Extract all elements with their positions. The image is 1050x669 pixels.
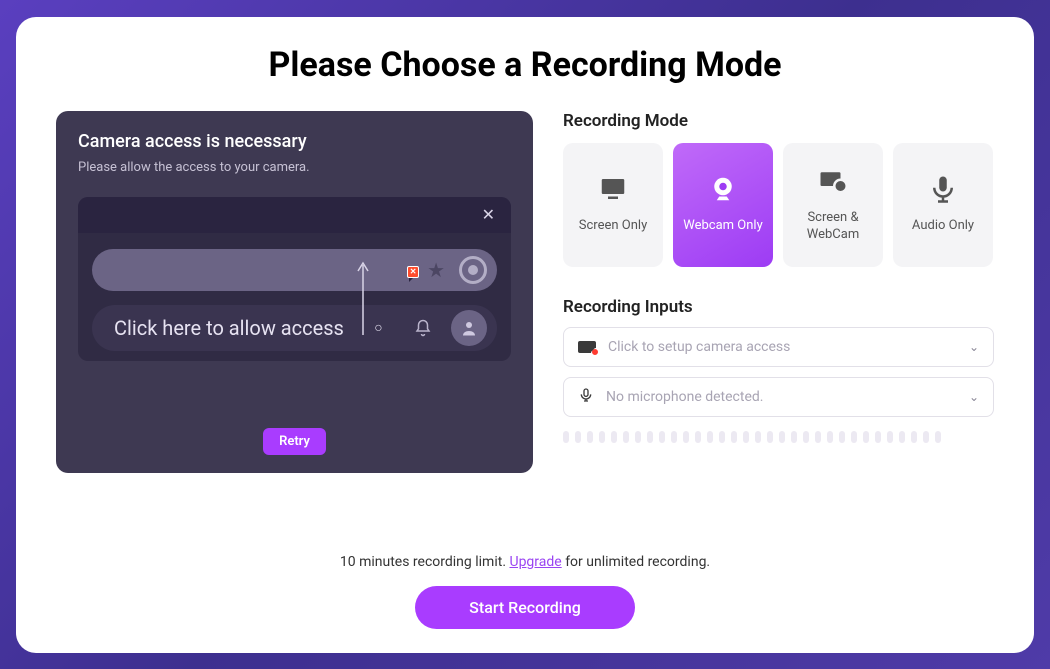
mode-label: Audio Only xyxy=(912,218,974,234)
settings-column: Recording Mode Screen Only Webcam Only S… xyxy=(563,111,994,534)
mock-url-bar: ✕ ★ xyxy=(92,249,497,291)
main-card: Please Choose a Recording Mode Camera ac… xyxy=(16,17,1034,653)
start-recording-button[interactable]: Start Recording xyxy=(415,586,635,629)
pointer-dot-icon: ○ xyxy=(374,319,382,336)
recording-inputs-heading: Recording Inputs xyxy=(563,297,994,317)
preview-title: Camera access is necessary xyxy=(78,131,511,152)
audio-level-meter xyxy=(563,431,994,443)
mode-label: Webcam Only xyxy=(683,218,762,234)
mode-audio-only[interactable]: Audio Only xyxy=(893,143,993,267)
limit-suffix: for unlimited recording. xyxy=(565,554,710,570)
webcam-icon xyxy=(708,174,738,204)
screen-webcam-icon xyxy=(818,166,848,196)
upgrade-link[interactable]: Upgrade xyxy=(509,554,561,570)
camera-input-select[interactable]: Click to setup camera access ⌄ xyxy=(563,327,994,367)
footer: 10 minutes recording limit. Upgrade for … xyxy=(56,554,994,629)
mic-input-label: No microphone detected. xyxy=(606,389,957,405)
hint-text: Click here to allow access xyxy=(114,316,344,340)
browser-mock: ✕ ✕ ★ Click here to allow access ○ xyxy=(78,197,511,361)
close-icon[interactable]: ✕ xyxy=(482,205,495,224)
chevron-down-icon: ⌄ xyxy=(969,390,979,404)
lens-icon xyxy=(459,256,487,284)
page-title: Please Choose a Recording Mode xyxy=(56,45,994,85)
microphone-icon xyxy=(928,174,958,204)
preview-subtitle: Please allow the access to your camera. xyxy=(78,160,511,175)
mock-hint-row: Click here to allow access ○ xyxy=(92,305,497,351)
chevron-down-icon: ⌄ xyxy=(969,340,979,354)
recording-mode-heading: Recording Mode xyxy=(563,111,994,131)
microphone-icon xyxy=(578,387,594,407)
mode-webcam-only[interactable]: Webcam Only xyxy=(673,143,773,267)
monitor-icon xyxy=(598,174,628,204)
limit-line: 10 minutes recording limit. Upgrade for … xyxy=(56,554,994,570)
mode-label: Screen & WebCam xyxy=(783,210,883,243)
mode-label: Screen Only xyxy=(579,218,647,234)
bell-icon xyxy=(405,310,441,346)
camera-input-label: Click to setup camera access xyxy=(608,339,957,355)
camera-preview-panel: Camera access is necessary Please allow … xyxy=(56,111,533,473)
camera-icon xyxy=(578,341,596,353)
content-columns: Camera access is necessary Please allow … xyxy=(56,111,994,534)
mode-screen-only[interactable]: Screen Only xyxy=(563,143,663,267)
limit-prefix: 10 minutes recording limit. xyxy=(340,554,510,570)
mic-input-select[interactable]: No microphone detected. ⌄ xyxy=(563,377,994,417)
mode-list: Screen Only Webcam Only Screen & WebCam … xyxy=(563,143,994,267)
retry-button[interactable]: Retry xyxy=(263,428,326,455)
star-icon: ★ xyxy=(427,258,445,282)
mode-screen-webcam[interactable]: Screen & WebCam xyxy=(783,143,883,267)
mock-titlebar: ✕ xyxy=(78,197,511,233)
user-avatar-icon xyxy=(451,310,487,346)
